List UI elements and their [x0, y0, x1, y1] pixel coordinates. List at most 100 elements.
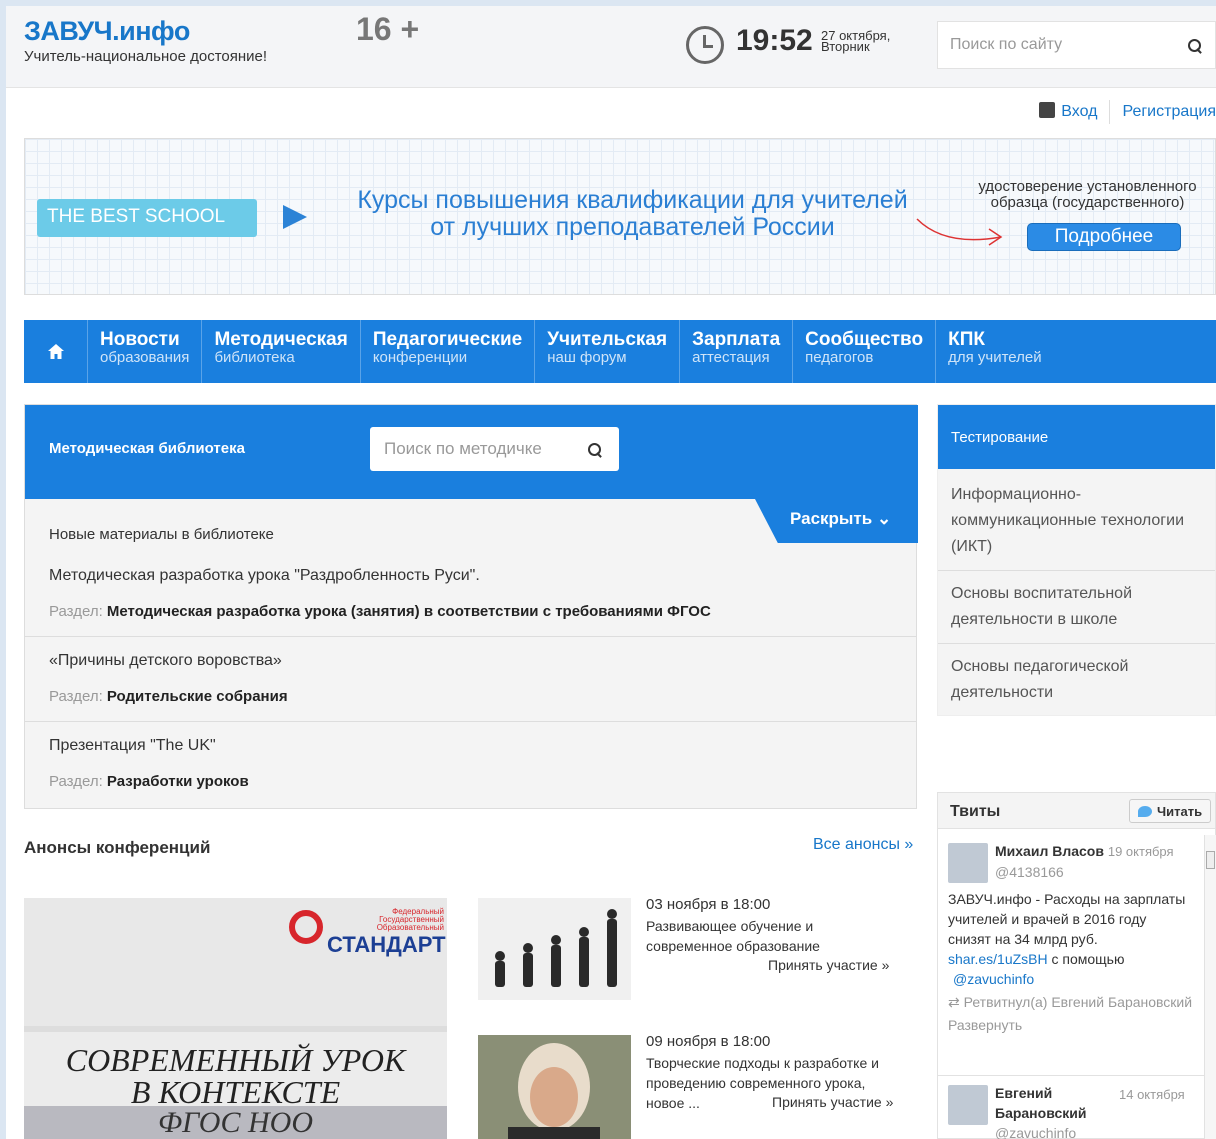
- tweet-via: с помощью: [1051, 951, 1125, 967]
- retweet-icon: ⇄: [948, 994, 960, 1010]
- testing-item[interactable]: Основы воспитательной деятельности в шко…: [938, 571, 1215, 644]
- speaker-photo: [478, 1035, 631, 1139]
- nav-item-community[interactable]: Сообщество педагогов: [793, 320, 937, 383]
- expand-button[interactable]: Раскрыть ⌄: [755, 499, 918, 543]
- event-image[interactable]: [478, 898, 631, 1000]
- nav-home[interactable]: [24, 320, 88, 383]
- tweet-author: Евгений Барановский 14 октября @zavuchin…: [995, 1083, 1195, 1139]
- library-search: [370, 427, 619, 471]
- testing-item[interactable]: Информационно-коммуникационные технологи…: [938, 469, 1215, 571]
- follow-button[interactable]: Читать: [1129, 799, 1211, 823]
- banner-title: Курсы повышения квалификации для учителе…: [330, 187, 935, 241]
- library-subtitle: Новые материалы в библиотеке: [49, 526, 274, 543]
- twitter-bird-icon: [1138, 806, 1152, 817]
- conference-poster[interactable]: Федеральный Государственный Образователь…: [24, 898, 447, 1139]
- arrow-right-icon: [283, 205, 307, 229]
- library-search-input[interactable]: [370, 427, 570, 471]
- nav-item-kpk[interactable]: КПК для учителей: [936, 320, 1054, 383]
- avatar[interactable]: [948, 1085, 988, 1125]
- nav-item-subtitle: аттестация: [692, 349, 770, 366]
- all-announcements-link[interactable]: Все анонсы »: [813, 836, 913, 854]
- avatar[interactable]: [948, 843, 988, 883]
- nav-item-forum[interactable]: Учительская наш форум: [535, 320, 681, 383]
- login-icon: [1039, 102, 1056, 119]
- nav-item-conferences[interactable]: Педагогические конференции: [361, 320, 536, 383]
- poster-divider: [24, 1026, 447, 1032]
- retweet-info: ⇄ Ретвитнул(а) Евгений Барановский: [948, 992, 1193, 1012]
- banner-note-line1: удостоверение установленного: [978, 178, 1197, 195]
- section-name[interactable]: Разработки уроков: [107, 773, 249, 790]
- nav-item-subtitle: библиотека: [214, 349, 295, 366]
- search-icon[interactable]: [1188, 39, 1202, 53]
- event-date: 03 ноября в 18:00: [646, 896, 771, 913]
- clock-icon: [686, 26, 724, 64]
- entry-title[interactable]: Презентация "The UK": [49, 737, 216, 755]
- nav-item-title: Педагогические: [372, 329, 523, 350]
- tweet-handle[interactable]: @4138166: [995, 862, 1195, 882]
- search-icon[interactable]: [588, 443, 602, 457]
- poster-line3: ФГОС НОО: [24, 1106, 447, 1139]
- tweet-author-name[interactable]: Михаил Власов: [995, 843, 1104, 859]
- tweet-mention[interactable]: @zavuchinfo: [948, 969, 1193, 989]
- library-panel: Методическая библиотека Раскрыть ⌄ Новые…: [24, 404, 918, 809]
- tweet-expand[interactable]: Развернуть: [948, 1015, 1193, 1035]
- children-growth-image: [478, 898, 631, 1000]
- participate-link[interactable]: Принять участие »: [768, 957, 889, 973]
- entry-title[interactable]: «Причины детского воровства»: [49, 652, 282, 670]
- more-button[interactable]: Подробнее: [1027, 223, 1181, 251]
- standart-caption: Федеральный Государственный Образователь…: [376, 907, 444, 932]
- library-entry[interactable]: Методическая разработка урока "Раздробле…: [25, 567, 916, 637]
- main-nav: Новости образования Методическая библиотек…: [24, 320, 1216, 383]
- auth-links: Вход Регистрация: [1039, 100, 1216, 124]
- testing-panel: Тестирование Информационно-коммуникацион…: [937, 404, 1216, 716]
- scrollbar-thumb[interactable]: [1206, 851, 1215, 869]
- event-text[interactable]: Развивающее обучение и современное образ…: [646, 916, 901, 956]
- testing-item[interactable]: Основы педагогической деятельности: [938, 644, 1215, 716]
- banner-note: удостоверение установленного образца (го…: [960, 179, 1215, 211]
- library-entry[interactable]: Презентация "The UK" Раздел: Разработки …: [25, 737, 916, 809]
- event-image[interactable]: [478, 1035, 631, 1139]
- nav-item-title: Методическая: [214, 329, 348, 350]
- library-entry[interactable]: «Причины детского воровства» Раздел: Род…: [25, 652, 916, 722]
- nav-item-news[interactable]: Новости образования: [88, 320, 203, 383]
- entry-section: Раздел: Разработки уроков: [49, 773, 249, 790]
- red-arrow-icon: [916, 218, 1003, 246]
- banner-title-line1: Курсы повышения квалификации для учителе…: [357, 186, 908, 214]
- section-name[interactable]: Методическая разработка урока (занятия) …: [107, 603, 711, 620]
- tweets-header: Твиты Читать: [938, 793, 1215, 829]
- site-logo[interactable]: ЗАВУЧ.инфо: [24, 16, 190, 47]
- nav-item-subtitle: наш форум: [547, 349, 627, 366]
- nav-item-subtitle: для учителей: [948, 349, 1042, 366]
- nav-item-title: Новости: [100, 329, 180, 350]
- tweet-link[interactable]: shar.es/1uZsBH: [948, 951, 1048, 967]
- tweets-widget: Твиты Читать Михаил Власов 19 октября @4…: [937, 792, 1216, 1139]
- tweet-date[interactable]: 19 октября: [1108, 844, 1174, 859]
- section-name[interactable]: Родительские собрания: [107, 688, 288, 705]
- tweet-divider: [938, 1075, 1204, 1076]
- register-link[interactable]: Регистрация: [1122, 103, 1216, 121]
- home-icon: [47, 344, 64, 359]
- tweets-scrollbar[interactable]: [1204, 835, 1216, 1139]
- age-rating: 16 +: [356, 11, 420, 47]
- library-title[interactable]: Методическая библиотека: [49, 440, 245, 457]
- nav-item-salary[interactable]: Зарплата аттестация: [680, 320, 794, 383]
- best-school-logo: THE BEST SCHOOL: [37, 199, 257, 237]
- entry-section: Раздел: Родительские собрания: [49, 688, 288, 705]
- testing-title[interactable]: Тестирование: [938, 405, 1215, 469]
- poster-top: Федеральный Государственный Образователь…: [24, 898, 447, 1026]
- ad-banner[interactable]: THE BEST SCHOOL Курсы повышения квалифик…: [24, 138, 1216, 295]
- tweet-author-name[interactable]: Евгений Барановский: [995, 1083, 1105, 1123]
- tweet-date[interactable]: 14 октября: [1119, 1085, 1185, 1105]
- nav-item-library[interactable]: Методическая библиотека: [202, 320, 361, 383]
- participate-link[interactable]: Принять участие »: [768, 1094, 894, 1110]
- standart-emblem-icon: [289, 910, 323, 944]
- page: ЗАВУЧ.инфо Учитель-национальное достояни…: [6, 6, 1216, 1139]
- tweet-handle[interactable]: @zavuchinfo: [995, 1123, 1195, 1139]
- login-link[interactable]: Вход: [1061, 103, 1097, 121]
- site-search-input[interactable]: [938, 22, 1158, 68]
- chevron-down-icon: ⌄: [876, 509, 892, 528]
- nav-item-subtitle: конференции: [372, 349, 468, 366]
- tweet-author: Михаил Власов 19 октября @4138166: [995, 841, 1195, 882]
- entry-title[interactable]: Методическая разработка урока "Раздробле…: [49, 567, 480, 585]
- tweet-text: ЗАВУЧ.инфо - Расходы на зарплаты учителе…: [948, 891, 1186, 947]
